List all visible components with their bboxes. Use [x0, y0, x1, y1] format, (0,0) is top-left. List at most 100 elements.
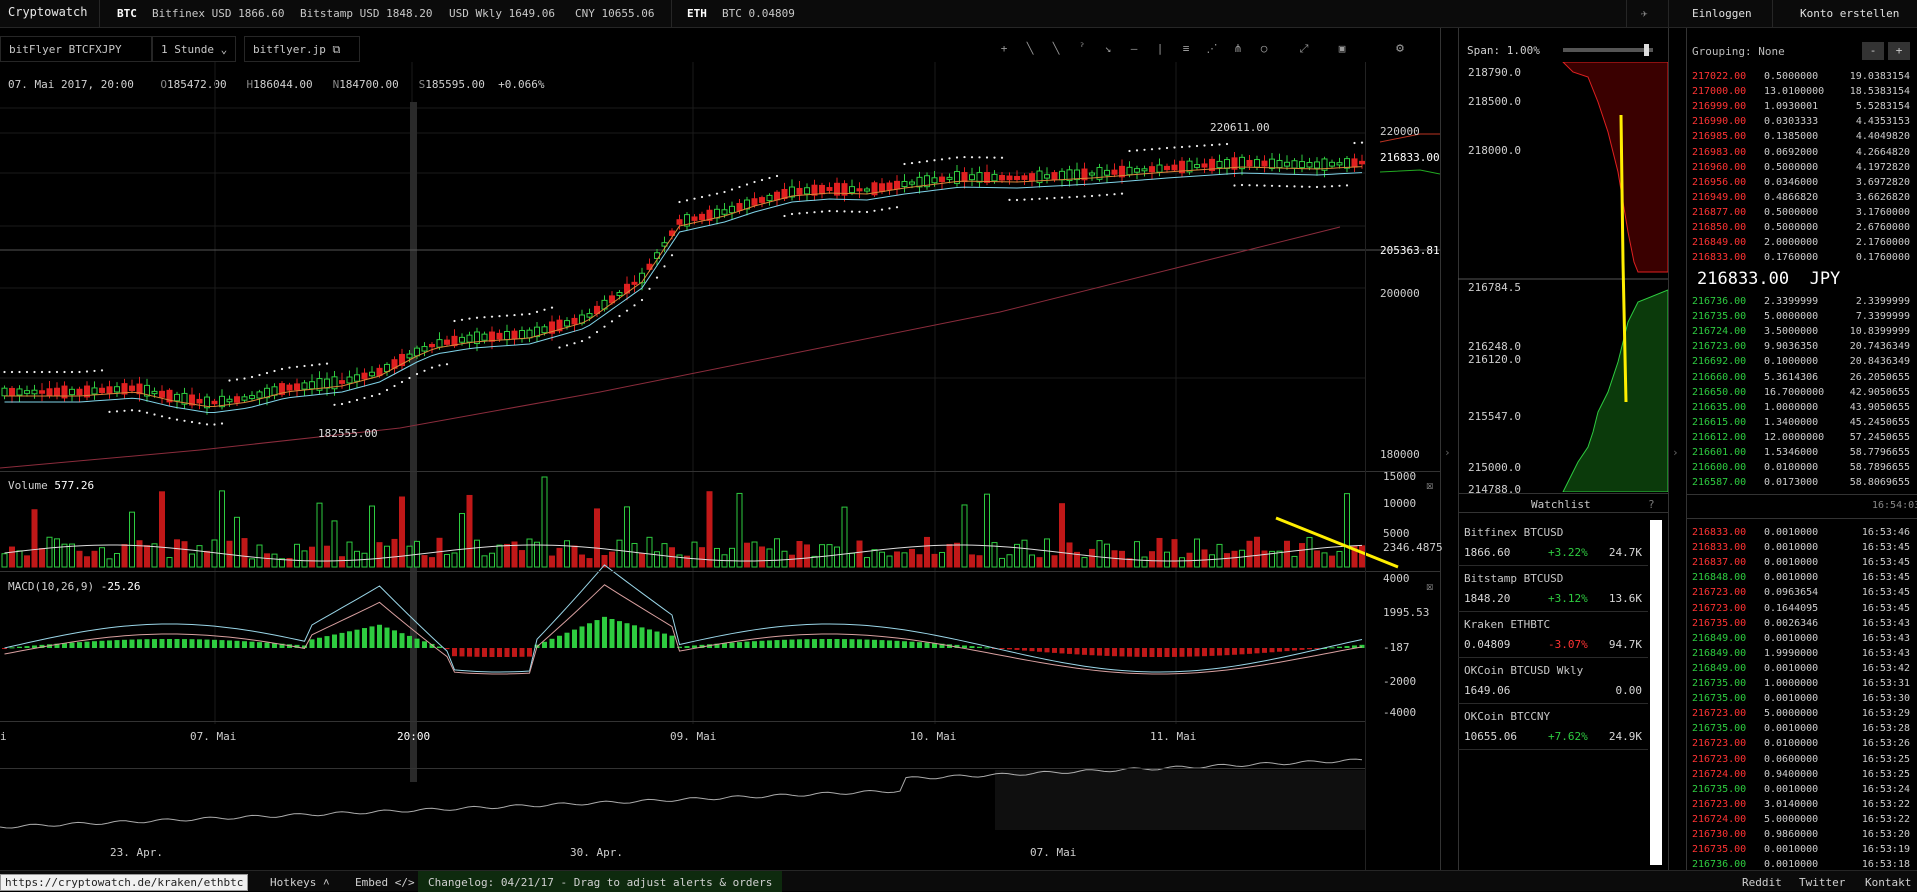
- twitter-link[interactable]: Twitter: [1799, 876, 1845, 889]
- orderbook-row[interactable]: 216849.00 2.0000000 2.1760000: [1692, 236, 1910, 251]
- sar-dot: [843, 210, 846, 213]
- watchlist-item[interactable]: Kraken ETHBTC 0.04809 -3.07% 94.7K: [1458, 612, 1648, 658]
- crosshair-tool-icon[interactable]: +: [996, 42, 1012, 56]
- orderbook-row[interactable]: 216877.00 0.5000000 3.1760000: [1692, 206, 1910, 221]
- brand-logo[interactable]: Cryptowatch: [8, 5, 87, 19]
- orderbook-row[interactable]: 216635.00 1.0000000 43.9050655: [1692, 401, 1910, 416]
- eth-tab[interactable]: ETH: [687, 7, 707, 20]
- orderbook-row[interactable]: 216983.00 0.0692000 4.2664820: [1692, 146, 1910, 161]
- orderbook-row[interactable]: 216615.00 1.3400000 45.2450655: [1692, 416, 1910, 431]
- ticker-bitstamp[interactable]: Bitstamp USD 1848.20: [300, 7, 432, 20]
- fib-tool-icon[interactable]: ˀ: [1074, 42, 1090, 56]
- btc-tab[interactable]: BTC: [117, 7, 137, 20]
- volume-bar: [594, 508, 600, 568]
- pitchfork-tool-icon[interactable]: ⋔: [1230, 42, 1246, 56]
- orderbook-row[interactable]: 216985.00 0.1385000 4.4049820: [1692, 130, 1910, 145]
- ticker-cny[interactable]: CNY 10655.06: [575, 7, 654, 20]
- candle-body: [1014, 175, 1020, 181]
- orderbook-row[interactable]: 216650.00 16.7000000 42.9050655: [1692, 386, 1910, 401]
- orderbook-row[interactable]: 217000.00 13.0100000 18.5383154: [1692, 85, 1910, 100]
- orderbook-row[interactable]: 216960.00 0.5000000 4.1972820: [1692, 161, 1910, 176]
- signup-button[interactable]: Konto erstellen: [1800, 7, 1899, 20]
- grouping-selector[interactable]: Grouping: None: [1692, 45, 1785, 58]
- volume-bar: [691, 541, 698, 568]
- orderbook-row[interactable]: 216999.00 1.0930001 5.5283154: [1692, 100, 1910, 115]
- sar-dot: [1068, 196, 1071, 199]
- orderbook-row[interactable]: 216850.00 0.5000000 2.6760000: [1692, 221, 1910, 236]
- orderbook-row[interactable]: 216736.00 2.3399999 2.3399999: [1692, 295, 1910, 310]
- orderbook-row[interactable]: 216956.00 0.0346000 3.6972820: [1692, 176, 1910, 191]
- close-icon[interactable]: ☒: [1426, 478, 1433, 492]
- login-button[interactable]: Einloggen: [1692, 7, 1752, 20]
- orderbook-row[interactable]: 216724.00 3.5000000 10.8399999: [1692, 325, 1910, 340]
- ticker-bitfinex[interactable]: Bitfinex USD 1866.60: [152, 7, 284, 20]
- depth-price-tick: 216120.0: [1468, 353, 1521, 366]
- watchlist-item[interactable]: OKCoin BTCUSD Wkly 1649.06 0.00: [1458, 658, 1648, 704]
- macd-bar: [1247, 648, 1252, 654]
- arrow-tool-icon[interactable]: ↘: [1100, 42, 1116, 56]
- pin-icon[interactable]: ✈: [1641, 7, 1648, 20]
- exchange-link[interactable]: bitflyer.jp ⧉: [244, 36, 360, 62]
- macd-bar: [752, 641, 757, 648]
- orderbook-row[interactable]: 216723.00 9.9036350 20.7436349: [1692, 340, 1910, 355]
- orderbook-row[interactable]: 216600.00 0.0100000 58.7896655: [1692, 461, 1910, 476]
- watchlist-item[interactable]: Bitfinex BTCUSD 1866.60 +3.22% 24.7K: [1458, 520, 1648, 566]
- sar-dot: [385, 388, 389, 392]
- volume-bar: [1104, 543, 1110, 568]
- sar-dot: [1218, 143, 1221, 146]
- orderbook-row[interactable]: 216660.00 5.3614306 26.2050655: [1692, 371, 1910, 386]
- fullscreen-icon[interactable]: ⤢: [1296, 42, 1312, 56]
- orderbook-row[interactable]: 216949.00 0.4866820 3.6626820: [1692, 191, 1910, 206]
- watchlist-item[interactable]: Bitstamp BTCUSD 1848.20 +3.12% 13.6K: [1458, 566, 1648, 612]
- close-icon[interactable]: ☒: [1426, 579, 1433, 593]
- circle-tool-icon[interactable]: ○: [1256, 42, 1272, 56]
- vline-tool-icon[interactable]: |: [1152, 42, 1168, 56]
- orderbook-row[interactable]: 216601.00 1.5346000 58.7796655: [1692, 446, 1910, 461]
- volume-bar: [466, 494, 473, 568]
- orderbook-row[interactable]: 216990.00 0.0303333 4.4353153: [1692, 115, 1910, 130]
- watchlist-scrollbar[interactable]: [1650, 520, 1662, 865]
- orderbook-row[interactable]: 216833.00 0.1760000 0.1760000: [1692, 251, 1910, 266]
- macd-bar: [332, 634, 337, 648]
- orderbook-row[interactable]: 216612.00 12.0000000 57.2450655: [1692, 431, 1910, 446]
- fib-retracement-icon[interactable]: ≡: [1178, 42, 1194, 56]
- hotkeys-menu[interactable]: Hotkeys ˄: [270, 876, 330, 890]
- volume-bar: [1284, 540, 1290, 568]
- span-slider-handle[interactable]: [1644, 44, 1649, 56]
- help-icon[interactable]: ?: [1648, 498, 1655, 511]
- grouping-minus-button[interactable]: -: [1862, 42, 1884, 60]
- grouping-plus-button[interactable]: +: [1888, 42, 1910, 60]
- interval-selector[interactable]: 1 Stunde ⌄: [152, 36, 236, 62]
- kontakt-link[interactable]: Kontakt: [1865, 876, 1911, 889]
- watchlist-item[interactable]: OKCoin BTCCNY 10655.06 +7.62% 24.9K: [1458, 704, 1648, 750]
- orderbook-row[interactable]: 216587.00 0.0173000 58.8069655: [1692, 476, 1910, 491]
- fan-tool-icon[interactable]: ⋰: [1204, 42, 1220, 56]
- collapse-right-icon[interactable]: ›: [1672, 446, 1679, 459]
- macd-bar: [114, 640, 120, 648]
- ticker-usd-wkly[interactable]: USD Wkly 1649.06: [449, 7, 555, 20]
- ticker-eth-btc[interactable]: BTC 0.04809: [722, 7, 795, 20]
- orderbook-row[interactable]: 216692.00 0.1000000 20.8436349: [1692, 355, 1910, 370]
- reddit-link[interactable]: Reddit: [1742, 876, 1782, 889]
- trade-size: 0.0010000: [1764, 662, 1819, 674]
- span-slider[interactable]: [1563, 44, 1653, 56]
- trade-row: 216849.00 0.0010000 16:53:43: [1692, 632, 1910, 646]
- line-tool-icon[interactable]: ╲: [1022, 42, 1038, 56]
- candle-body: [324, 378, 330, 389]
- gear-icon[interactable]: ⚙: [1392, 42, 1408, 56]
- screenshot-icon[interactable]: ▣: [1334, 42, 1350, 56]
- hline-tool-icon[interactable]: –: [1126, 42, 1142, 56]
- ray-tool-icon[interactable]: ╲: [1048, 42, 1064, 56]
- volume-bar: [1006, 554, 1013, 568]
- orderbook-row[interactable]: 217022.00 0.5000000 19.0383154: [1692, 70, 1910, 85]
- depth-chart[interactable]: [1458, 62, 1668, 492]
- embed-button[interactable]: Embed </>: [355, 876, 415, 889]
- macd-bar: [77, 642, 82, 648]
- collapse-left-icon[interactable]: ›: [1444, 446, 1451, 459]
- price-chart[interactable]: [0, 62, 1440, 870]
- sar-dot: [820, 210, 824, 213]
- orderbook-row[interactable]: 216735.00 5.0000000 7.3399999: [1692, 310, 1910, 325]
- market-selector[interactable]: bitFlyer BTCFXJPY: [0, 36, 152, 62]
- navigator-window[interactable]: [995, 770, 1365, 830]
- changelog-banner[interactable]: Changelog: 04/21/17 - Drag to adjust ale…: [418, 871, 783, 892]
